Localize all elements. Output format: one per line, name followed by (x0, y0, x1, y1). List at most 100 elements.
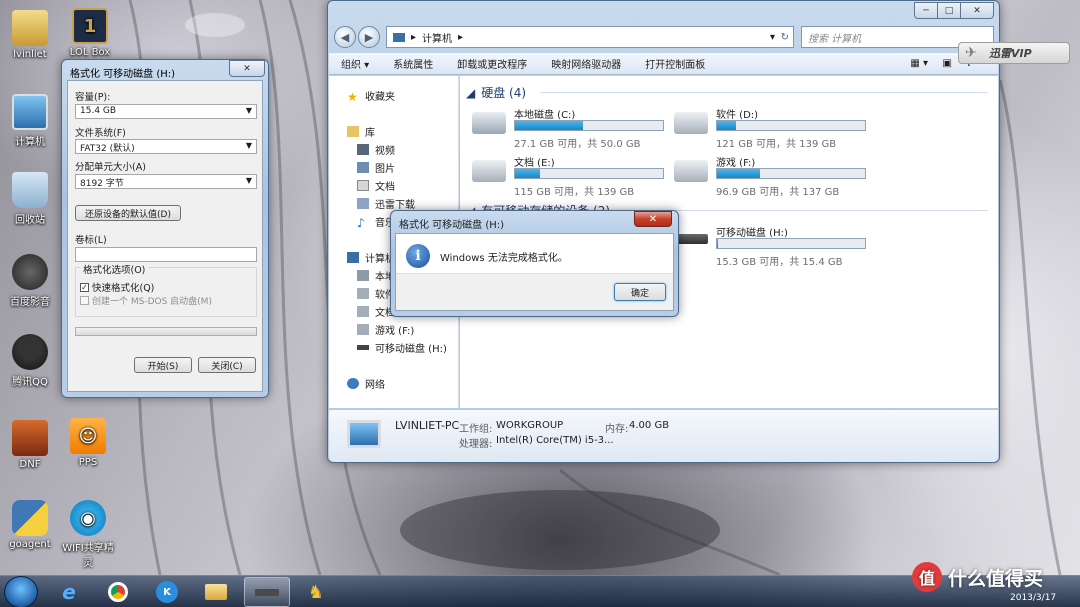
desktop-icon-goagent[interactable]: goagent (0, 500, 60, 550)
cpu-label: 处理器: (459, 439, 493, 450)
usb-drive-icon (357, 345, 369, 350)
drive-icon (674, 112, 708, 134)
address-bar[interactable]: ▸ 计算机 ▸ ▾ ↻ (386, 26, 794, 48)
sidebar-item-videos[interactable]: 视频 (357, 142, 395, 157)
filesystem-label: 文件系统(F) (75, 128, 126, 139)
drive-usage-fill (717, 239, 719, 248)
game-icon[interactable]: ♞ (295, 577, 337, 607)
desktop-icon-lol-box[interactable]: 1 LOL Box (60, 8, 120, 58)
ie-icon[interactable]: e (48, 577, 90, 607)
chrome-icon[interactable] (97, 577, 139, 607)
close-button[interactable]: 关闭(C) (198, 357, 256, 373)
drive-f[interactable]: 游戏 (F:) 96.9 GB 可用，共 137 GB (674, 154, 874, 204)
breadcrumb-computer[interactable]: 计算机 (422, 30, 452, 45)
filesystem-select[interactable]: FAT32 (默认) ▼ (75, 139, 257, 154)
toolbar-uninstall[interactable]: 卸载或更改程序 (445, 56, 539, 71)
close-button[interactable]: ✕ (960, 2, 994, 19)
allocation-select[interactable]: 8192 字节 ▼ (75, 174, 257, 189)
details-pane: LVINLIET-PC 工作组: WORKGROUP 内存: 4.00 GB 处… (329, 409, 998, 462)
start-button[interactable] (4, 576, 38, 607)
sidebar-item-drive-h[interactable]: 可移动磁盘 (H:) (357, 340, 447, 355)
command-toolbar: 组织 ▾ 系统属性 卸载或更改程序 映射网络驱动器 打开控制面板 ▦ ▾ ▣ ? (329, 53, 998, 75)
drive-usage-fill (717, 169, 760, 178)
start-button[interactable]: 开始(S) (134, 357, 192, 373)
memory-value: 4.00 GB (629, 420, 670, 431)
error-dialog-body: i Windows 无法完成格式化。 确定 (395, 233, 674, 311)
drive-icon (357, 306, 369, 317)
drive-e[interactable]: 文档 (E:) 115 GB 可用，共 139 GB (472, 154, 672, 204)
pps-icon: ☺ (70, 418, 106, 454)
desktop-icon-qq[interactable]: 腾讯QQ (0, 334, 60, 388)
dropdown-arrow-icon: ▼ (245, 176, 252, 185)
desktop-icon-computer[interactable]: 计算机 (0, 94, 60, 148)
ok-button[interactable]: 确定 (614, 283, 666, 301)
music-icon: ♪ (357, 216, 365, 230)
breadcrumb-arrow-icon: ▸ (458, 31, 464, 43)
format-dialog: 格式化 可移动磁盘 (H:) ✕ 容量(P): 15.4 GB ▼ 文件系统(F)… (61, 59, 269, 398)
toolbar-organize[interactable]: 组织 ▾ (329, 56, 381, 71)
format-drive-task-icon[interactable] (244, 577, 290, 607)
sidebar-item-documents[interactable]: 文档 (357, 178, 395, 193)
toolbar-control-panel[interactable]: 打开控制面板 (633, 56, 717, 71)
capacity-select[interactable]: 15.4 GB ▼ (75, 104, 257, 119)
drive-c[interactable]: 本地磁盘 (C:) 27.1 GB 可用，共 50.0 GB (472, 106, 672, 156)
desktop-icon-recycle-bin[interactable]: 回收站 (0, 172, 60, 226)
explorer-titlebar: ─ □ ✕ ◀ ▶ ▸ 计算机 ▸ ▾ ↻ 搜索 计算机 (328, 1, 999, 48)
desktop-icon-baidu-player[interactable]: 百度影音 (0, 254, 60, 308)
sidebar-item-network[interactable]: 网络 (347, 376, 385, 391)
wifi-icon: ◉ (70, 500, 106, 536)
python-icon (12, 500, 48, 536)
desktop-icon-wifi-sharing[interactable]: ◉ WIFI共享精灵 (58, 500, 118, 569)
sidebar-item-libraries[interactable]: 库 (347, 124, 375, 139)
error-message: Windows 无法完成格式化。 (440, 253, 568, 264)
format-close-icon[interactable]: ✕ (229, 60, 265, 77)
drive-usage-bar (514, 120, 664, 131)
msdos-checkbox[interactable]: 创建一个 MS-DOS 启动盘(M) (80, 294, 212, 307)
checkbox-checked-icon: ✓ (80, 282, 89, 292)
volume-label-input[interactable] (75, 247, 257, 262)
kugou-icon[interactable]: K (146, 577, 188, 607)
video-icon (357, 144, 369, 155)
xunlei-vip-badge[interactable]: ✈ 迅雷VIP (958, 42, 1070, 64)
star-icon: ★ (347, 90, 358, 104)
view-options-icon[interactable]: ▦ ▾ (910, 58, 928, 69)
drive-icon (357, 270, 369, 281)
sidebar-item-computer[interactable]: 计算机 (347, 250, 395, 265)
drive-usage-fill (515, 121, 584, 130)
desktop-icon-user-folder[interactable]: lvinliet (0, 10, 60, 60)
quick-format-checkbox[interactable]: ✓ 快速格式化(Q) (80, 280, 154, 294)
lol-box-icon: 1 (72, 8, 108, 44)
file-explorer-icon[interactable] (195, 577, 237, 607)
desktop-icon-dnf[interactable]: DNF (0, 420, 60, 470)
system-clock[interactable]: 2013/3/17 (1010, 593, 1056, 603)
desktop-icon-pps[interactable]: ☺ PPS (58, 418, 118, 468)
error-close-icon[interactable]: ✕ (634, 211, 672, 227)
baidu-player-icon (12, 254, 48, 290)
sidebar-item-thunder-downloads[interactable]: 迅雷下载 (357, 196, 415, 211)
allocation-label: 分配单元大小(A) (75, 162, 146, 173)
format-options-label: 格式化选项(O) (80, 262, 149, 276)
refresh-icon[interactable]: ↻ (781, 32, 789, 43)
drive-d[interactable]: 软件 (D:) 121 GB 可用，共 139 GB (674, 106, 874, 156)
network-icon (347, 378, 359, 389)
toolbar-system-properties[interactable]: 系统属性 (381, 56, 445, 71)
sidebar-item-favorites[interactable]: ★ 收藏夹 (347, 88, 395, 104)
minimize-button[interactable]: ─ (914, 2, 938, 19)
windows-drive-icon (472, 112, 506, 134)
info-icon: i (406, 244, 430, 268)
restore-defaults-button[interactable]: 还原设备的默认值(D) (75, 205, 181, 221)
hard-disks-group-header[interactable]: ◢ 硬盘 (4) (466, 84, 526, 101)
sidebar-item-pictures[interactable]: 图片 (357, 160, 395, 175)
back-button[interactable]: ◀ (334, 26, 356, 48)
maximize-button[interactable]: □ (937, 2, 961, 19)
drive-usage-fill (717, 121, 737, 130)
drive-h[interactable]: 可移动磁盘 (H:) 15.3 GB 可用，共 15.4 GB (674, 224, 874, 274)
volume-label: 卷标(L) (75, 235, 107, 246)
dropdown-arrow-icon: ▼ (245, 106, 252, 115)
preview-pane-icon[interactable]: ▣ (943, 58, 952, 69)
sidebar-item-drive-f[interactable]: 游戏 (F:) (357, 322, 414, 337)
forward-button[interactable]: ▶ (358, 26, 380, 48)
document-icon (357, 180, 369, 191)
dropdown-arrow-icon[interactable]: ▾ (770, 32, 775, 43)
toolbar-map-drive[interactable]: 映射网络驱动器 (539, 56, 633, 71)
